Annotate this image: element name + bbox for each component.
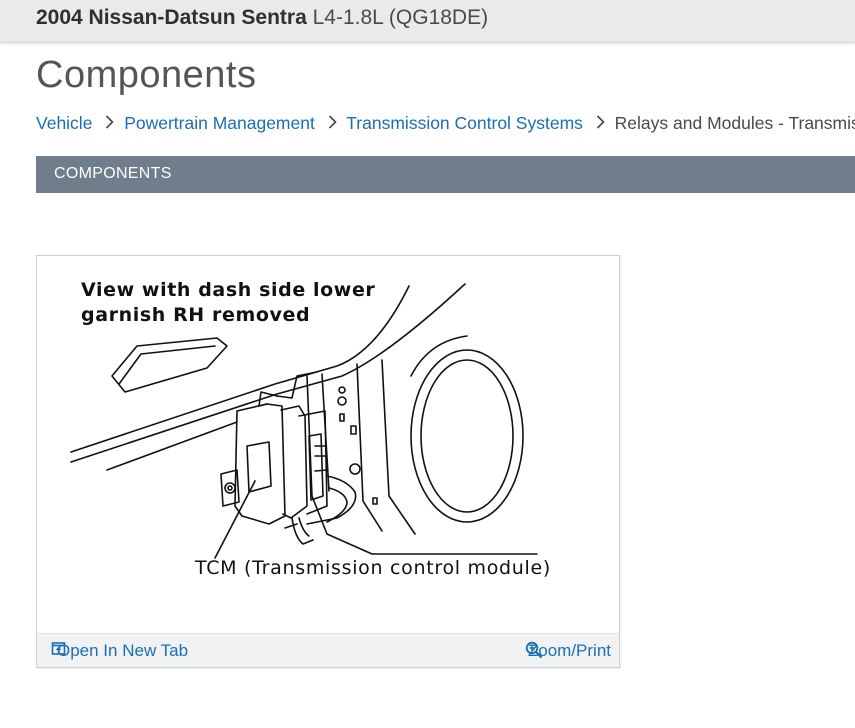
section-header-bar: COMPONENTS <box>36 156 855 193</box>
zoom-print-link[interactable]: Zoom/Print <box>525 641 611 661</box>
chevron-right-icon <box>328 113 337 134</box>
vehicle-make-model: 2004 Nissan-Datsun Sentra <box>36 6 307 29</box>
page-title: Components <box>36 54 257 96</box>
breadcrumb-vehicle-link[interactable]: Vehicle <box>36 113 92 133</box>
caption-line-1: View with dash side lower <box>81 279 376 301</box>
vehicle-engine: L4-1.8L (QG18DE) <box>312 6 489 29</box>
vehicle-title: 2004 Nissan-Datsun Sentra L4-1.8L (QG18D… <box>36 6 488 30</box>
figure-footer: Open In New Tab Zoom/Print <box>37 633 619 667</box>
chevron-right-icon <box>596 113 605 134</box>
breadcrumb-transmission-link[interactable]: Transmission Control Systems <box>346 113 583 133</box>
tcm-callout-label: TCM (Transmission control module) <box>195 557 551 579</box>
breadcrumb-current: Relays and Modules - Transmissi <box>614 113 855 133</box>
section-title: COMPONENTS <box>54 165 172 182</box>
breadcrumb-powertrain-link[interactable]: Powertrain Management <box>124 113 315 133</box>
vehicle-header-bar: 2004 Nissan-Datsun Sentra L4-1.8L (QG18D… <box>0 0 855 43</box>
chevron-right-icon <box>105 113 114 134</box>
breadcrumb: Vehicle Powertrain Management Transmissi… <box>36 113 855 134</box>
figure-panel: View with dash side lower garnish RH rem… <box>36 255 620 668</box>
caption-line-2: garnish RH removed <box>81 304 311 326</box>
open-in-new-tab-label: Open In New Tab <box>57 641 189 660</box>
figure-caption: View with dash side lower garnish RH rem… <box>81 278 375 328</box>
open-in-new-tab-link[interactable]: Open In New Tab <box>51 641 188 661</box>
